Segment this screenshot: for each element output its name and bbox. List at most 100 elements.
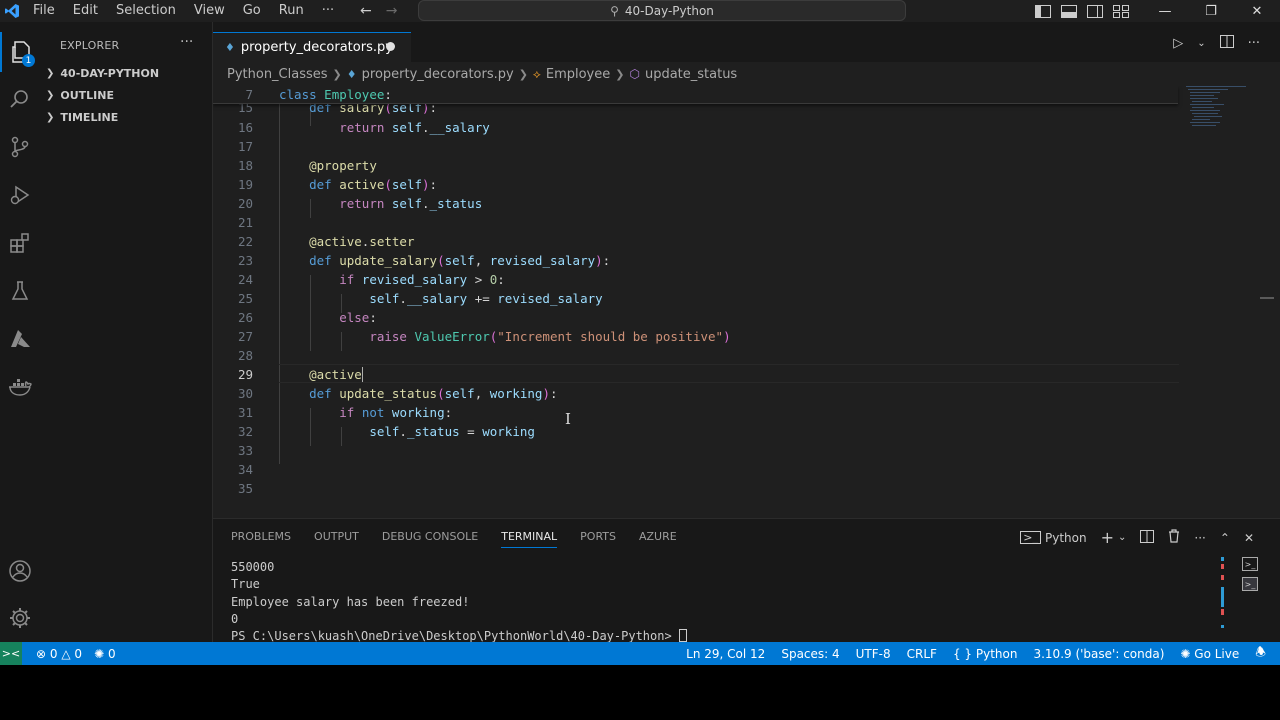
line-number-current: 29	[237, 367, 253, 382]
source-control-icon[interactable]	[0, 127, 40, 167]
python-interpreter[interactable]: 3.10.9 ('base': conda)	[1033, 647, 1164, 661]
close-panel-icon[interactable]: ✕	[1244, 531, 1254, 545]
more-actions-icon[interactable]: ···	[1194, 531, 1205, 545]
ports-status[interactable]: ✺ 0	[94, 647, 116, 661]
problems-status[interactable]: ⊗ 0 △ 0	[36, 647, 82, 661]
split-editor-icon[interactable]	[1219, 35, 1234, 52]
line-number: 24	[237, 272, 253, 287]
code-line: return self._status	[339, 196, 483, 211]
terminal-profile-button[interactable]: >_ Python	[1020, 531, 1087, 545]
method-symbol-icon: ⬡	[629, 67, 640, 81]
sidebar-more-icon[interactable]: ···	[180, 34, 193, 50]
settings-gear-icon[interactable]	[0, 598, 40, 638]
tab-output[interactable]: OUTPUT	[314, 530, 359, 548]
section-workspace-folder[interactable]: ❯ 40-DAY-PYTHON	[46, 67, 159, 80]
azure-icon[interactable]	[0, 319, 40, 359]
menu-edit[interactable]: Edit	[64, 0, 107, 22]
broadcast-icon: ✺	[94, 646, 105, 661]
title-bar: File Edit Selection View Go Run ··· ← → …	[0, 0, 1280, 22]
maximize-panel-chevron-up-icon[interactable]: ⌃	[1220, 531, 1230, 545]
menu-more[interactable]: ···	[313, 0, 343, 22]
run-file-icon[interactable]: ▷	[1173, 36, 1183, 51]
breadcrumb-method[interactable]: update_status	[645, 67, 737, 82]
terminal-line: Employee salary has been freezed!	[231, 594, 470, 609]
unsaved-dot-icon[interactable]	[386, 42, 395, 51]
terminal-output[interactable]: 550000 True Employee salary has been fre…	[231, 559, 687, 645]
code-line: @active	[309, 367, 363, 382]
terminal-dropdown-chevron-icon[interactable]: ⌄	[1118, 532, 1126, 543]
new-terminal-plus-icon[interactable]: +	[1101, 528, 1114, 547]
restore-icon[interactable]: ❐	[1188, 0, 1234, 22]
bottom-panel: PROBLEMS OUTPUT DEBUG CONSOLE TERMINAL P…	[213, 518, 1280, 645]
line-number: 33	[237, 443, 253, 458]
language-mode[interactable]: { } Python	[953, 647, 1018, 661]
terminal-cursor	[678, 629, 687, 643]
customize-layout-icon[interactable]	[1112, 4, 1130, 18]
accounts-icon[interactable]	[0, 551, 40, 591]
sticky-scroll-header[interactable]: 7 class Employee:	[213, 86, 1178, 104]
menu-run[interactable]: Run	[270, 0, 313, 22]
minimap[interactable]	[1178, 86, 1280, 518]
cursor-position[interactable]: Ln 29, Col 12	[686, 647, 765, 661]
remote-indicator-icon[interactable]: ><	[0, 642, 22, 665]
braces-icon: { }	[952, 646, 973, 661]
command-center-search[interactable]: ⚲ 40-Day-Python	[418, 0, 906, 21]
menu-file[interactable]: File	[24, 0, 64, 22]
status-bar: >< ⊗ 0 △ 0 ✺ 0 Ln 29, Col 12 Spaces: 4 U…	[0, 642, 1280, 665]
line-number: 18	[237, 158, 253, 173]
docker-icon[interactable]	[0, 367, 40, 407]
terminal-instance-icon[interactable]: >_	[1242, 557, 1258, 571]
close-window-icon[interactable]: ✕	[1234, 0, 1280, 22]
more-actions-icon[interactable]: ···	[1248, 36, 1260, 51]
toggle-primary-sidebar-icon[interactable]	[1034, 4, 1052, 18]
forward-arrow-icon[interactable]: →	[386, 3, 398, 19]
code-line: class Employee:	[279, 87, 392, 102]
back-arrow-icon[interactable]: ←	[360, 3, 372, 19]
end-of-line[interactable]: CRLF	[907, 647, 937, 661]
run-dropdown-chevron-icon[interactable]: ⌄	[1197, 38, 1205, 49]
section-outline[interactable]: ❯ OUTLINE	[46, 89, 114, 102]
extensions-icon[interactable]	[0, 223, 40, 263]
menu-selection[interactable]: Selection	[107, 0, 185, 22]
indentation[interactable]: Spaces: 4	[781, 647, 839, 661]
notifications-bell-icon[interactable]: 🕭	[1255, 643, 1266, 664]
tab-terminal[interactable]: TERMINAL	[501, 530, 558, 548]
testing-icon[interactable]	[0, 271, 40, 311]
panel-actions: >_ Python + ⌄ ··· ⌃ ✕	[1020, 528, 1254, 547]
menu-view[interactable]: View	[185, 0, 234, 22]
line-number: 30	[237, 386, 253, 401]
menu-go[interactable]: Go	[234, 0, 270, 22]
line-number: 19	[237, 177, 253, 192]
encoding[interactable]: UTF-8	[856, 647, 891, 661]
terminal-tabs-list: >_ >_	[1242, 557, 1258, 591]
line-number: 32	[237, 424, 253, 439]
code-line: if not working:	[339, 405, 453, 420]
explorer-badge: 1	[22, 54, 35, 67]
tab-debug-console[interactable]: DEBUG CONSOLE	[382, 530, 478, 548]
breadcrumb-folder[interactable]: Python_Classes	[227, 67, 328, 82]
current-line-highlight	[279, 364, 1179, 383]
run-debug-icon[interactable]	[0, 175, 40, 215]
tab-property-decorators[interactable]: ♦ property_decorators.py	[213, 32, 411, 62]
minimize-icon[interactable]: —	[1142, 0, 1188, 22]
breadcrumb-file[interactable]: property_decorators.py	[362, 67, 514, 82]
ports-count: 0	[107, 646, 116, 661]
search-icon[interactable]	[0, 79, 40, 119]
tab-ports[interactable]: PORTS	[580, 530, 616, 548]
section-timeline[interactable]: ❯ TIMELINE	[46, 111, 118, 124]
explorer-sidebar: EXPLORER ··· ❯ 40-DAY-PYTHON ❯ OUTLINE ❯…	[40, 22, 213, 642]
line-number: 7	[245, 87, 253, 102]
go-live-button[interactable]: ✺ Go Live	[1180, 647, 1239, 661]
code-line: if revised_salary > 0:	[339, 272, 505, 287]
kill-terminal-trash-icon[interactable]	[1168, 529, 1180, 546]
code-editor[interactable]: 7 class Employee: 15 16 17 18 19 20 21 2…	[213, 86, 1280, 518]
terminal-instance-icon[interactable]: >_	[1242, 577, 1258, 591]
explorer-icon[interactable]: 1	[0, 32, 40, 72]
toggle-panel-icon[interactable]	[1060, 4, 1078, 18]
toggle-secondary-sidebar-icon[interactable]	[1086, 4, 1104, 18]
tab-problems[interactable]: PROBLEMS	[231, 530, 291, 548]
scrollbar-position-marker	[1260, 297, 1274, 299]
tab-azure[interactable]: AZURE	[639, 530, 677, 548]
split-terminal-icon[interactable]	[1140, 529, 1155, 546]
breadcrumb-class[interactable]: Employee	[546, 67, 610, 82]
